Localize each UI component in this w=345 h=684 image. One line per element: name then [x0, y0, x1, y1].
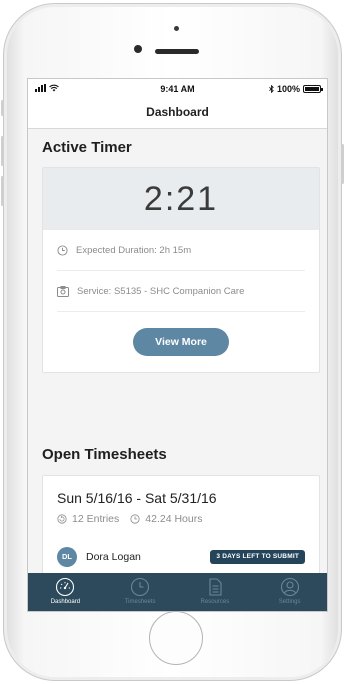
- home-button[interactable]: [149, 611, 203, 665]
- service-icon: [57, 285, 69, 297]
- speedometer-icon: [56, 577, 75, 597]
- status-right: 100%: [269, 84, 323, 94]
- timesheet-meta: 12 Entries 42.24 Hours: [57, 513, 202, 525]
- timesheet-card[interactable]: Sun 5/16/16 - Sat 5/31/16 12 Entries 42.…: [42, 475, 320, 585]
- battery-icon: [303, 85, 323, 93]
- status-badge: 3 DAYS LEFT TO SUBMIT: [210, 550, 305, 564]
- tab-dashboard[interactable]: Dashboard: [28, 573, 103, 611]
- bluetooth-icon: [269, 85, 274, 93]
- active-timer-heading: Active Timer: [42, 139, 132, 156]
- hours-icon: [130, 514, 140, 524]
- open-timesheets-heading: Open Timesheets: [42, 446, 167, 463]
- front-camera: [134, 45, 142, 53]
- mute-switch: [1, 100, 4, 116]
- volume-up-button: [1, 136, 4, 166]
- phone-frame: 9:41 AM 100% Dashboard Active Timer 2:21…: [1, 3, 344, 681]
- earpiece: [155, 49, 199, 54]
- person-icon: [280, 577, 299, 597]
- timesheet-date-range: Sun 5/16/16 - Sat 5/31/16: [57, 490, 217, 506]
- timesheet-employee-name: Dora Logan: [86, 551, 141, 563]
- view-more-button[interactable]: View More: [133, 328, 229, 356]
- expected-duration-row: Expected Duration: 2h 15m: [57, 230, 305, 271]
- clock-icon: [131, 577, 150, 597]
- tab-settings-label: Settings: [278, 599, 301, 605]
- tab-dashboard-label: Dashboard: [50, 599, 81, 605]
- tab-resources[interactable]: Resources: [178, 573, 253, 611]
- active-timer-card: 2:21 Expected Duration: 2h 15m Service: …: [42, 167, 320, 373]
- tab-resources-label: Resources: [200, 599, 230, 605]
- nav-title: Dashboard: [28, 99, 327, 129]
- avatar: DL: [57, 547, 77, 567]
- clock-icon: [57, 244, 68, 256]
- expected-duration-text: Expected Duration: 2h 15m: [76, 244, 192, 256]
- entries-icon: [57, 514, 67, 524]
- battery-percent: 100%: [276, 84, 300, 94]
- service-text: Service: S5135 - SHC Companion Care: [77, 285, 245, 297]
- view-more-wrap: View More: [43, 312, 319, 372]
- timesheet-hours: 42.24 Hours: [145, 513, 203, 525]
- tab-timesheets-label: Timesheets: [124, 599, 156, 605]
- tab-bar: Dashboard Timesheets Resources Settings: [28, 573, 327, 611]
- timer-display: 2:21: [43, 168, 319, 230]
- volume-down-button: [1, 176, 4, 206]
- document-icon: [209, 578, 222, 596]
- proximity-sensor: [174, 26, 179, 31]
- tab-settings[interactable]: Settings: [252, 573, 327, 611]
- timesheet-entries: 12 Entries: [72, 513, 120, 525]
- tab-timesheets[interactable]: Timesheets: [103, 573, 178, 611]
- status-bar: 9:41 AM 100%: [28, 79, 327, 99]
- service-row: Service: S5135 - SHC Companion Care: [57, 271, 305, 312]
- screen: 9:41 AM 100% Dashboard Active Timer 2:21…: [27, 78, 328, 612]
- power-button: [341, 144, 344, 184]
